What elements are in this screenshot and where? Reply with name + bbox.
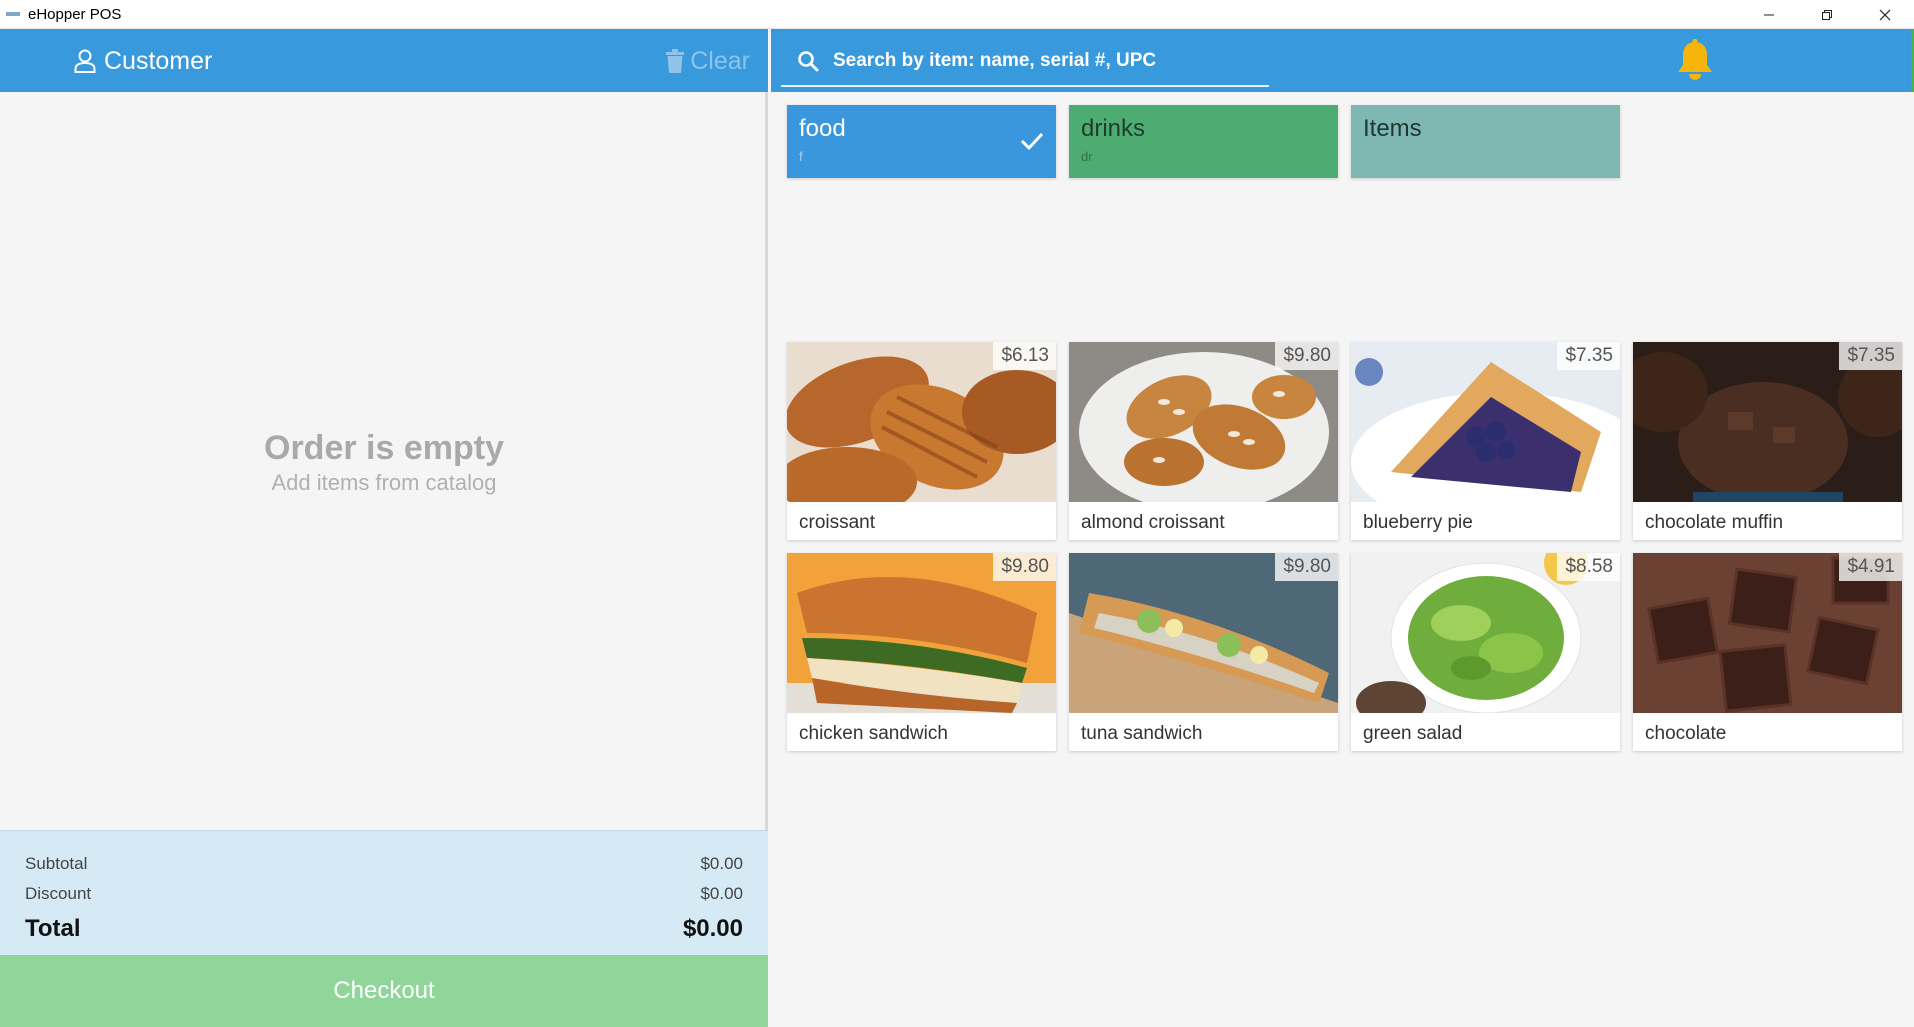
product-price: $9.80 <box>1275 342 1338 370</box>
window-controls <box>1740 0 1914 29</box>
product-tile-chocolate-muffin[interactable]: $7.35 chocolate muffin <box>1633 342 1902 540</box>
search-icon <box>798 51 819 72</box>
product-price: $9.80 <box>1275 553 1338 581</box>
subtotal-value: $0.00 <box>700 854 743 873</box>
window-title: eHopper POS <box>28 5 122 23</box>
total-value: $0.00 <box>682 915 743 942</box>
category-name: food <box>799 115 846 142</box>
window-title-bar: eHopper POS <box>0 0 1914 29</box>
product-price: $8.58 <box>1557 553 1620 581</box>
subtotal-label: Subtotal <box>25 854 88 873</box>
clear-label: Clear <box>690 46 750 75</box>
bell-icon <box>1678 39 1712 80</box>
user-icon <box>74 49 96 73</box>
discount-row: Discount $0.00 <box>25 879 743 909</box>
minimize-icon <box>1764 14 1774 15</box>
restore-button[interactable] <box>1798 0 1856 29</box>
product-price: $9.80 <box>993 553 1056 581</box>
product-price: $4.91 <box>1839 553 1902 581</box>
discount-label: Discount <box>25 884 92 903</box>
product-name: croissant <box>799 512 876 533</box>
product-tile-croissant[interactable]: $6.13 croissant <box>787 342 1056 540</box>
product-name: chicken sandwich <box>799 723 948 744</box>
empty-order-title: Order is empty <box>264 429 504 467</box>
category-food[interactable]: food f <box>787 105 1056 178</box>
product-price: $7.35 <box>1839 342 1902 370</box>
empty-order-subtitle: Add items from catalog <box>271 470 497 495</box>
order-panel: Customer Clear Order is empty Add items … <box>0 29 768 1027</box>
category-code: f <box>799 149 803 164</box>
product-tile-blueberry-pie[interactable]: $7.35 blueberry pie <box>1351 342 1620 540</box>
checkout-button[interactable]: Checkout <box>0 955 768 1027</box>
empty-order-message: Order is empty Add items from catalog <box>0 429 768 496</box>
product-name: tuna sandwich <box>1081 723 1203 744</box>
customer-label: Customer <box>104 46 213 75</box>
catalog-panel: food f drinks dr Items <box>771 29 1914 1027</box>
close-button[interactable] <box>1856 0 1914 29</box>
category-name: Items <box>1363 115 1422 142</box>
order-header: Customer Clear <box>0 29 768 92</box>
product-name: blueberry pie <box>1363 512 1473 533</box>
app-icon <box>6 12 20 16</box>
product-price: $6.13 <box>993 342 1056 370</box>
customer-button[interactable]: Customer <box>74 43 212 79</box>
trash-icon <box>666 49 685 73</box>
total-label: Total <box>25 915 81 942</box>
restore-icon <box>1822 9 1832 20</box>
product-name: almond croissant <box>1081 512 1225 533</box>
category-items[interactable]: Items <box>1351 105 1620 178</box>
product-tile-chicken-sandwich[interactable]: $9.80 chicken sandwich <box>787 553 1056 751</box>
product-tile-tuna-sandwich[interactable]: $9.80 tuna sandwich <box>1069 553 1338 751</box>
subtotal-row: Subtotal $0.00 <box>25 849 743 879</box>
checkmark-icon <box>1020 132 1044 151</box>
product-name: chocolate <box>1645 723 1727 744</box>
product-tile-almond-croissant[interactable]: $9.80 almond croissant <box>1069 342 1338 540</box>
product-grid: $6.13 croissant $9.80 almond croissant $… <box>787 342 1902 751</box>
product-name: chocolate muffin <box>1645 512 1784 533</box>
search-input[interactable] <box>833 45 1263 77</box>
product-name: green salad <box>1363 723 1463 744</box>
total-row: Total $0.00 <box>25 909 743 949</box>
minimize-button[interactable] <box>1740 0 1798 29</box>
search-bar <box>781 37 1269 87</box>
product-tile-chocolate[interactable]: $4.91 chocolate <box>1633 553 1902 751</box>
category-name: drinks <box>1081 115 1146 142</box>
order-totals: Subtotal $0.00 Discount $0.00 Total $0.0… <box>0 830 768 955</box>
category-code: dr <box>1081 149 1093 164</box>
product-tile-green-salad[interactable]: $8.58 green salad <box>1351 553 1620 751</box>
product-price: $7.35 <box>1557 342 1620 370</box>
category-drinks[interactable]: drinks dr <box>1069 105 1338 178</box>
clear-button[interactable]: Clear <box>666 43 750 79</box>
catalog-header <box>771 29 1914 92</box>
close-icon <box>1879 9 1891 20</box>
category-list: food f drinks dr Items <box>787 105 1620 178</box>
notifications-button[interactable] <box>1675 39 1715 86</box>
discount-value: $0.00 <box>700 884 743 903</box>
